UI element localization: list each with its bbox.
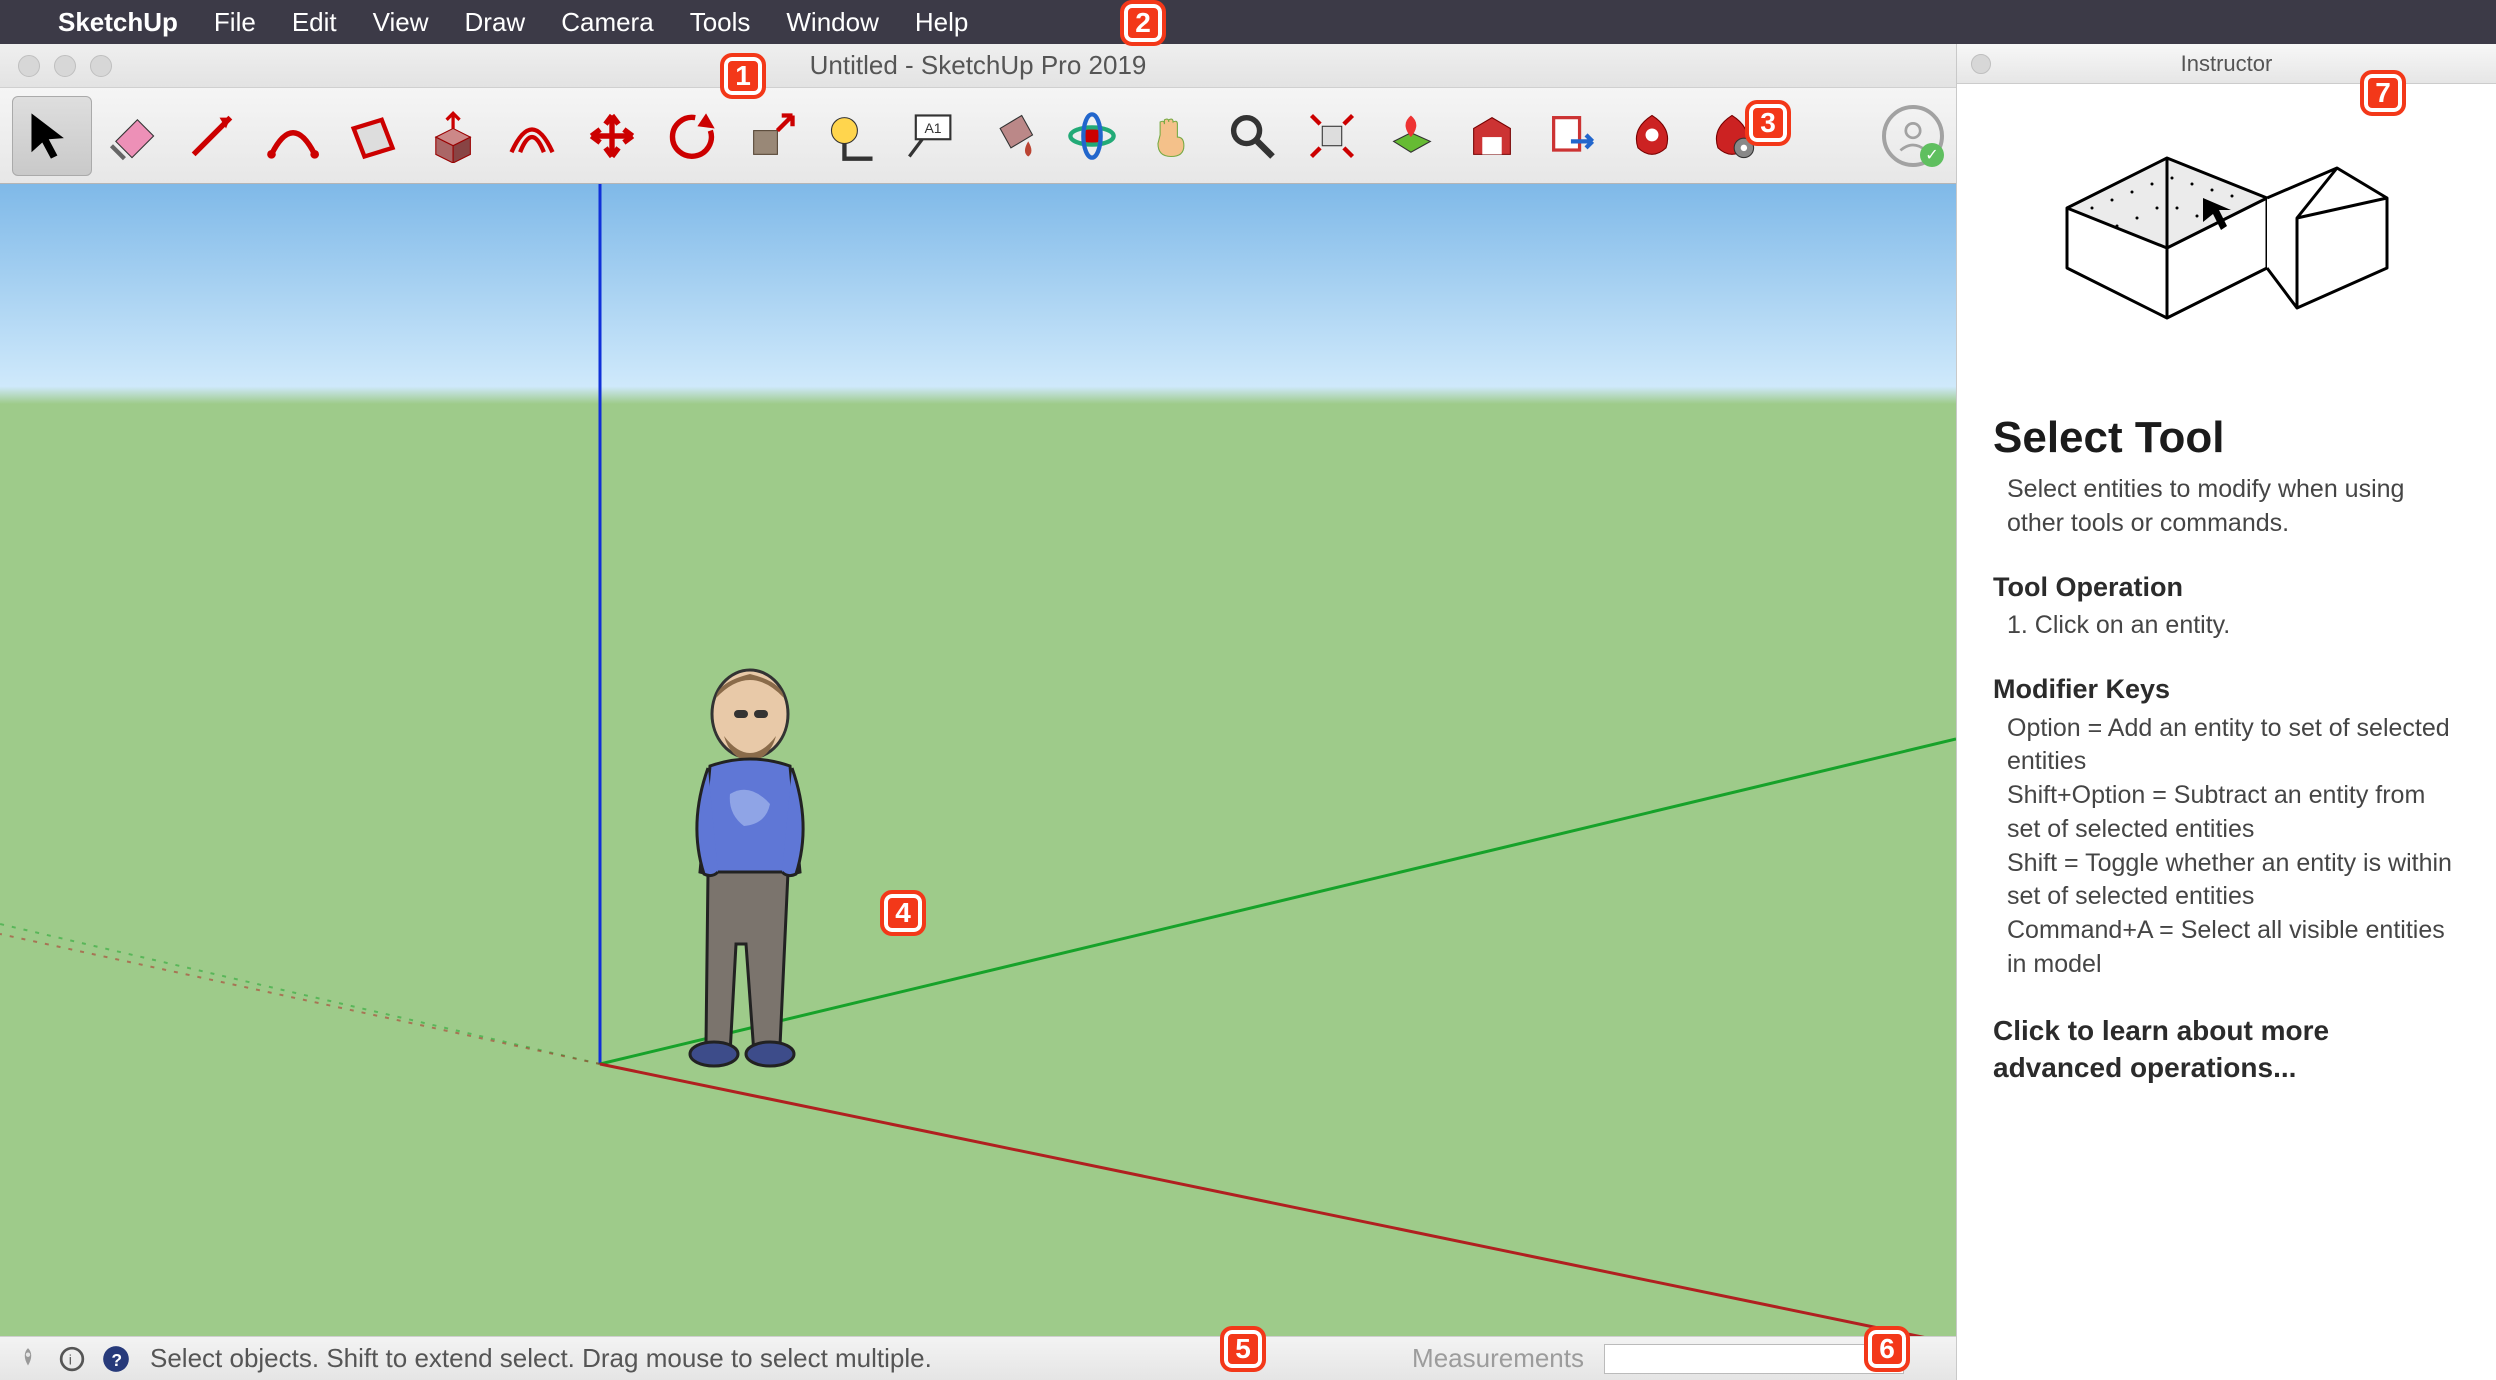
- callout-5: 5: [1220, 1326, 1266, 1372]
- callout-4: 4: [880, 890, 926, 936]
- window-title: Untitled - SketchUp Pro 2019: [810, 50, 1147, 81]
- measurements-input[interactable]: [1604, 1344, 1904, 1374]
- text-tool[interactable]: A1: [892, 96, 972, 176]
- callout-7: 7: [2360, 70, 2406, 116]
- signedin-check-icon: ✓: [1920, 143, 1944, 167]
- rectangle-tool[interactable]: [332, 96, 412, 176]
- menu-draw[interactable]: Draw: [447, 7, 544, 38]
- menu-tools[interactable]: Tools: [672, 7, 769, 38]
- menu-file[interactable]: File: [196, 7, 274, 38]
- modifier-1: Option = Add an entity to set of selecte…: [1993, 712, 2460, 780]
- menubar: SketchUp File Edit View Draw Camera Tool…: [0, 0, 2496, 44]
- layoutsend-tool[interactable]: [1532, 96, 1612, 176]
- instructor-panel-title: Instructor: [2181, 51, 2273, 77]
- menu-edit[interactable]: Edit: [274, 7, 355, 38]
- orbit-tool[interactable]: [1052, 96, 1132, 176]
- close-traffic-icon[interactable]: [18, 55, 40, 77]
- instructor-learn-more-link[interactable]: Click to learn about more advanced opera…: [1993, 1012, 2460, 1088]
- operation-step: 1. Click on an entity.: [1993, 609, 2460, 643]
- geolocation-icon[interactable]: [12, 1343, 44, 1375]
- zoomextents-tool[interactable]: [1292, 96, 1372, 176]
- zoom-tool[interactable]: [1212, 96, 1292, 176]
- app-menu[interactable]: SketchUp: [40, 7, 196, 38]
- tapemeasure-tool[interactable]: [812, 96, 892, 176]
- window-titlebar: Untitled - SketchUp Pro 2019: [0, 44, 1956, 88]
- operation-heading: Tool Operation: [1993, 569, 2460, 605]
- select-tool[interactable]: [12, 96, 92, 176]
- callout-1: 1: [720, 53, 766, 99]
- modifier-2: Shift+Option = Subtract an entity from s…: [1993, 779, 2460, 847]
- toolbar: A1 ✓: [0, 88, 1956, 184]
- modifiers-heading: Modifier Keys: [1993, 671, 2460, 707]
- pushpull-tool[interactable]: [412, 96, 492, 176]
- drawing-area[interactable]: [0, 184, 1956, 1336]
- credits-icon[interactable]: i: [56, 1343, 88, 1375]
- paintbucket-tool[interactable]: [972, 96, 1052, 176]
- statusbar: i ? Select objects. Shift to extend sele…: [0, 1336, 1956, 1380]
- instructor-desc: Select entities to modify when using oth…: [1993, 473, 2460, 541]
- move-tool[interactable]: [572, 96, 652, 176]
- callout-3: 3: [1745, 100, 1791, 146]
- rotate-tool[interactable]: [652, 96, 732, 176]
- menu-camera[interactable]: Camera: [543, 7, 671, 38]
- modifier-3: Shift = Toggle whether an entity is with…: [1993, 847, 2460, 915]
- scale-figure: [670, 654, 830, 1074]
- callout-6: 6: [1864, 1326, 1910, 1372]
- status-hint: Select objects. Shift to extend select. …: [150, 1343, 932, 1374]
- addlocation-tool[interactable]: [1372, 96, 1452, 176]
- zoom-traffic-icon[interactable]: [90, 55, 112, 77]
- minimize-traffic-icon[interactable]: [54, 55, 76, 77]
- instructor-panel: Instructor: [1956, 44, 2496, 1380]
- menu-window[interactable]: Window: [768, 7, 896, 38]
- scale-tool[interactable]: [732, 96, 812, 176]
- menu-view[interactable]: View: [355, 7, 447, 38]
- arc-tool[interactable]: [252, 96, 332, 176]
- menu-help[interactable]: Help: [897, 7, 986, 38]
- svg-text:?: ?: [111, 1350, 122, 1370]
- instructor-illustration: [1993, 138, 2460, 338]
- callout-2: 2: [1120, 0, 1166, 46]
- extensionwarehouse-tool[interactable]: [1612, 96, 1692, 176]
- eraser-tool[interactable]: [92, 96, 172, 176]
- signin-icon[interactable]: ✓: [1882, 105, 1944, 167]
- instructor-tool-title: Select Tool: [1993, 408, 2460, 467]
- sketchup-main-window: Untitled - SketchUp Pro 2019 A1: [0, 44, 1956, 1380]
- svg-text:i: i: [69, 1351, 72, 1367]
- offset-tool[interactable]: [492, 96, 572, 176]
- svg-text:A1: A1: [924, 119, 941, 135]
- 3dwarehouse-tool[interactable]: [1452, 96, 1532, 176]
- instructor-titlebar: Instructor: [1957, 44, 2496, 84]
- modifier-4: Command+A = Select all visible entities …: [1993, 914, 2460, 982]
- panel-close-icon[interactable]: [1971, 54, 1991, 74]
- pan-tool[interactable]: [1132, 96, 1212, 176]
- help-icon[interactable]: ?: [100, 1343, 132, 1375]
- axes-overlay: [0, 184, 1956, 1336]
- measurements-label: Measurements: [1412, 1343, 1584, 1374]
- line-tool[interactable]: [172, 96, 252, 176]
